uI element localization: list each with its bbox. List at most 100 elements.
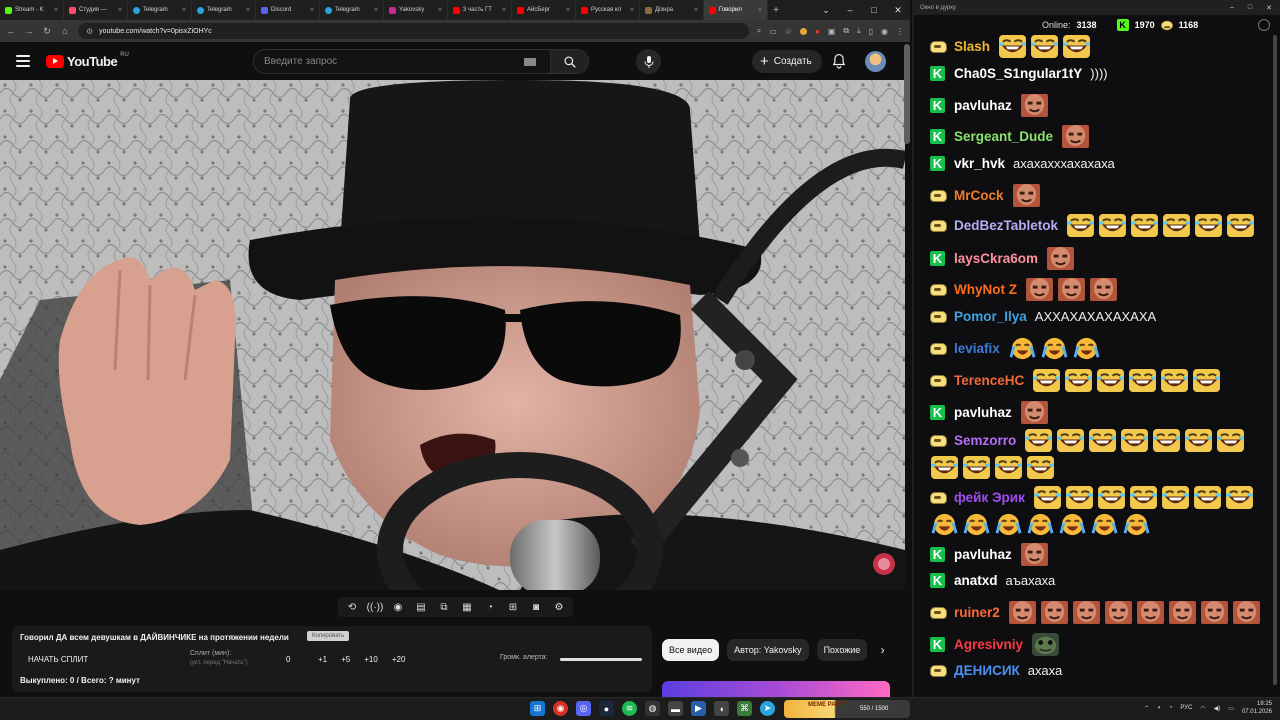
chat-username[interactable]: MrCock: [954, 188, 1004, 203]
maximize-icon[interactable]: □: [1248, 4, 1252, 12]
address-bar[interactable]: ⚙ youtube.com/watch?v=0pisxZiOHYc: [78, 23, 749, 39]
tab-2[interactable]: Telegram ×: [128, 0, 192, 20]
tab-10[interactable]: Дізнра ×: [640, 0, 704, 20]
settings-icon[interactable]: [1258, 19, 1270, 31]
chat-username[interactable]: Sergeant_Dude: [954, 129, 1053, 144]
extension-icon[interactable]: ▣: [828, 27, 836, 36]
close-icon[interactable]: ×: [246, 7, 250, 14]
close-icon[interactable]: ×: [566, 7, 570, 14]
chat-username[interactable]: ДЕНИСИК: [954, 663, 1020, 678]
chat-username[interactable]: pavluhaz: [954, 405, 1012, 420]
spotify-icon[interactable]: ≋: [622, 701, 637, 716]
media-icon[interactable]: ▶: [691, 701, 706, 716]
chat-username[interactable]: pavluhaz: [954, 98, 1012, 113]
chat-username[interactable]: TerenceHC: [954, 373, 1024, 388]
language-indicator[interactable]: РУС: [1180, 705, 1192, 711]
youtube-logo[interactable]: YouTube RU: [46, 52, 129, 69]
clock[interactable]: 18:25 07.01.2026: [1242, 700, 1272, 716]
forward-icon[interactable]: →: [24, 26, 34, 36]
chat-username[interactable]: anatxd: [954, 573, 998, 588]
site-info-icon[interactable]: ⚙: [86, 27, 93, 36]
close-icon[interactable]: ×: [502, 7, 506, 14]
profile-icon[interactable]: ◉: [881, 27, 888, 36]
search-input[interactable]: Введите запрос: [264, 56, 524, 67]
screenshot-icon[interactable]: ◙: [528, 600, 544, 614]
split-value[interactable]: 0: [286, 655, 290, 664]
chat-username[interactable]: Pomor_Ilya: [954, 309, 1027, 324]
mic-app-icon[interactable]: ◖: [714, 701, 729, 716]
close-icon[interactable]: ×: [54, 7, 58, 14]
tab-4[interactable]: Discord ×: [256, 0, 320, 20]
close-icon[interactable]: ×: [118, 7, 122, 14]
close-icon[interactable]: ×: [438, 7, 442, 14]
new-tab-button[interactable]: +: [768, 0, 784, 20]
app-icon[interactable]: ⌘: [737, 701, 752, 716]
dropdown-icon[interactable]: ⌄: [814, 0, 838, 20]
chat-username[interactable]: WhyNot Z: [954, 282, 1017, 297]
back-icon[interactable]: ←: [6, 26, 16, 36]
chip-all-videos[interactable]: Все видео: [662, 639, 720, 661]
zoom-icon[interactable]: ⌕: [757, 26, 761, 36]
voice-search-button[interactable]: [636, 49, 661, 74]
clapper-icon[interactable]: ▤: [413, 600, 429, 614]
home-icon[interactable]: ⌂: [60, 26, 70, 36]
meme-party-widget[interactable]: MEME PARTY 550 / 1500: [784, 700, 910, 718]
download-icon[interactable]: ⤓: [857, 26, 861, 36]
chat-username[interactable]: ruiner2: [954, 605, 1000, 620]
tab-9[interactable]: Русская кл ×: [576, 0, 640, 20]
video-thumbnail[interactable]: [662, 681, 890, 697]
chat-username[interactable]: Semzorro: [954, 433, 1016, 448]
increment-button-20[interactable]: +20: [392, 655, 406, 664]
notifications-button[interactable]: [832, 53, 846, 74]
start-split-button[interactable]: НАЧАТЬ СПЛИТ: [28, 655, 88, 664]
puzzle-icon[interactable]: ⧉: [843, 26, 849, 36]
watch-later-icon[interactable]: ◉: [390, 600, 406, 614]
chip-similar[interactable]: Похожие: [816, 639, 867, 661]
avatar[interactable]: [865, 51, 886, 72]
windows-start-icon[interactable]: ⊞: [530, 701, 545, 716]
chat-username[interactable]: фейк Эрик: [954, 490, 1025, 505]
bookmark-star-icon[interactable]: ☆: [785, 27, 792, 36]
chat-username[interactable]: leviafix: [954, 341, 1000, 356]
increment-button-5[interactable]: +5: [341, 655, 350, 664]
chat-username[interactable]: DedBezTabletok: [954, 218, 1058, 233]
chrome-icon[interactable]: ◉: [553, 701, 568, 716]
chat-username[interactable]: Cha0S_S1ngular1tY: [954, 66, 1082, 81]
tab-11-active[interactable]: Говорил ×: [704, 0, 768, 20]
add-timestamp-icon[interactable]: ⊞: [505, 600, 521, 614]
picture-in-picture-icon[interactable]: ⧉: [436, 600, 452, 614]
gamepad-icon[interactable]: ▬: [668, 701, 683, 716]
search-button[interactable]: [550, 50, 588, 73]
alert-volume-slider[interactable]: [560, 658, 642, 661]
discord-icon[interactable]: ◎: [576, 701, 591, 716]
increment-button-1[interactable]: +1: [318, 655, 327, 664]
chat-username[interactable]: laysCkra6om: [954, 251, 1038, 266]
cast-icon[interactable]: ▭: [769, 27, 777, 36]
search-box[interactable]: Введите запрос: [253, 49, 589, 74]
theater-icon[interactable]: ▦: [459, 600, 475, 614]
close-icon[interactable]: ×: [374, 7, 378, 14]
close-icon[interactable]: ×: [758, 7, 762, 14]
sidebar-icon[interactable]: ▯: [869, 27, 873, 36]
chat-username[interactable]: Agresivniy: [954, 637, 1023, 652]
mic-tray-icon[interactable]: ◖: [1157, 705, 1161, 711]
tab-8[interactable]: АйсБерг ×: [512, 0, 576, 20]
telegram-icon[interactable]: ➤: [760, 701, 775, 716]
tab-7[interactable]: 3 часть ГТ ×: [448, 0, 512, 20]
reload-icon[interactable]: ↻: [42, 26, 52, 37]
chevron-right-icon[interactable]: ›: [881, 643, 885, 657]
close-icon[interactable]: ×: [182, 7, 186, 14]
gear-icon[interactable]: ⚙: [551, 600, 567, 614]
broadcast-icon[interactable]: ((·)): [367, 600, 384, 614]
network-icon[interactable]: ◔: [1169, 705, 1173, 711]
create-button[interactable]: + Создать: [752, 50, 822, 73]
close-icon[interactable]: ×: [310, 7, 314, 14]
chat-username[interactable]: vkr_hvk: [954, 156, 1005, 171]
tab-6[interactable]: Yakovsky ×: [384, 0, 448, 20]
speed-icon[interactable]: ◔: [482, 600, 498, 614]
tab-3[interactable]: Telegram ×: [192, 0, 256, 20]
extension-record-icon[interactable]: ●: [815, 27, 820, 36]
wifi-icon[interactable]: ◠: [1200, 705, 1205, 712]
chevron-up-icon[interactable]: ⌃: [1144, 705, 1149, 712]
keyboard-icon[interactable]: [524, 57, 536, 66]
